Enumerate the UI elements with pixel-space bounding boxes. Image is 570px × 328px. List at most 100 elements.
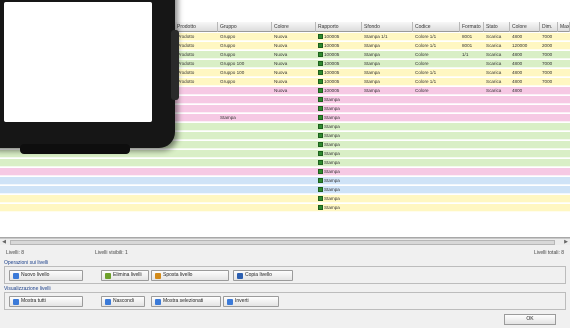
table-cell [362, 96, 413, 104]
table-cell [460, 69, 484, 77]
table-cell [460, 96, 484, 104]
table-cell [558, 78, 570, 86]
tablet-screen [4, 2, 152, 122]
table-cell: Colore 1/1 [415, 79, 437, 84]
table-cell-text: Stampa [324, 187, 340, 192]
group2-button-3[interactable]: Inverti [223, 296, 279, 307]
table-cell: Stampa [364, 61, 380, 66]
color-swatch-icon [318, 34, 323, 39]
ok-button[interactable]: OK [504, 314, 556, 325]
column-header[interactable]: Stato [484, 22, 510, 32]
column-header[interactable]: Formato [460, 22, 484, 32]
group2-button-1[interactable]: Nascondi [101, 296, 145, 307]
group-layer-visibility: Mostra tutti Nascondi Mostra selezionati In… [4, 292, 566, 310]
scroll-thumb[interactable] [10, 240, 555, 245]
status-right: Livelli totali: 8 [533, 250, 564, 256]
tablet-device-image [0, 0, 179, 154]
table-row[interactable]: Stampa [0, 159, 570, 167]
column-header[interactable]: Max. [558, 22, 570, 32]
table-cell [413, 123, 460, 131]
table-cell [510, 141, 540, 149]
column-header[interactable]: Prodotto [175, 22, 218, 32]
table-cell [460, 78, 484, 86]
table-cell-text: 100005 [324, 79, 340, 84]
table-row[interactable] [0, 213, 570, 221]
table-row[interactable]: Stampa [0, 186, 570, 194]
table-cell [540, 105, 558, 113]
table-cell [558, 204, 570, 212]
table-cell [362, 132, 413, 140]
scroll-right-icon[interactable]: ▶ [562, 239, 570, 246]
table-cell: Stampa [364, 43, 380, 48]
table-cell [484, 159, 510, 167]
column-header[interactable]: Colore [510, 22, 540, 32]
table-cell [460, 195, 484, 203]
table-cell-text: Stampa [324, 97, 340, 102]
column-header[interactable]: Colore [272, 22, 316, 32]
table-cell [540, 96, 558, 104]
table-cell [510, 186, 540, 194]
table-cell-text: Stampa [324, 124, 340, 129]
table-cell [460, 123, 484, 131]
table-row[interactable]: Stampa [0, 204, 570, 212]
group1-button-1[interactable]: Elimina livelli [101, 270, 149, 281]
table-cell: 4800 [512, 61, 523, 66]
table-cell [175, 204, 218, 212]
table-cell-text: Stampa [324, 151, 340, 156]
table-row[interactable]: Stampa [0, 177, 570, 185]
group1-button-0[interactable]: Nuovo livello [9, 270, 83, 281]
table-cell: Prodotto [177, 43, 195, 48]
table-cell [540, 114, 558, 122]
group1-button-3[interactable]: Copia livello [233, 270, 293, 281]
table-cell [272, 114, 316, 122]
table-cell [316, 213, 362, 221]
table-cell [272, 132, 316, 140]
table-cell: 100005 [316, 87, 362, 95]
table-cell: Stampa [316, 123, 362, 131]
button-icon [105, 273, 111, 279]
group2-button-2[interactable]: Mostra selezionati [151, 296, 221, 307]
table-cell: Stampa [316, 141, 362, 149]
table-cell [413, 168, 460, 176]
table-cell-text: Stampa [324, 205, 340, 210]
column-header[interactable]: Dim. [540, 22, 558, 32]
table-row[interactable]: Stampa [0, 195, 570, 203]
table-row[interactable]: Stampa [0, 168, 570, 176]
table-cell [510, 114, 540, 122]
table-cell [558, 96, 570, 104]
table-cell [558, 141, 570, 149]
table-cell [558, 177, 570, 185]
table-cell [558, 42, 570, 50]
table-cell [558, 132, 570, 140]
table-cell: Colore [415, 88, 429, 93]
button-label: Nascondi [113, 298, 134, 304]
table-cell: Prodotto [177, 61, 195, 66]
table-cell [175, 87, 218, 95]
table-cell [540, 141, 558, 149]
table-cell [175, 186, 218, 194]
table-cell: 4800 [512, 52, 523, 57]
column-header[interactable]: Sfondo [362, 22, 413, 32]
column-header[interactable]: Gruppo [218, 22, 272, 32]
table-cell [413, 204, 460, 212]
table-cell [413, 159, 460, 167]
status-mid: Livelli visibili: 1 [95, 250, 128, 256]
table-cell: Nuova [274, 61, 288, 66]
column-header[interactable]: Rapporto [316, 22, 362, 32]
horizontal-scrollbar[interactable]: ◀ ▶ [0, 238, 570, 245]
table-cell [460, 114, 484, 122]
group2-button-0[interactable]: Mostra tutti [9, 296, 83, 307]
color-swatch-icon [318, 115, 323, 120]
table-cell [484, 132, 510, 140]
group1-button-2[interactable]: Sposta livello [151, 270, 229, 281]
table-cell [558, 123, 570, 131]
button-label: Sposta livello [163, 272, 193, 278]
table-cell [460, 132, 484, 140]
table-cell: 100005 [316, 33, 362, 41]
table-cell [272, 186, 316, 194]
table-cell: 2000 [542, 43, 553, 48]
table-cell [413, 177, 460, 185]
table-cell-text: Stampa [324, 169, 340, 174]
scroll-left-icon[interactable]: ◀ [0, 239, 8, 246]
column-header[interactable]: Codice [413, 22, 460, 32]
